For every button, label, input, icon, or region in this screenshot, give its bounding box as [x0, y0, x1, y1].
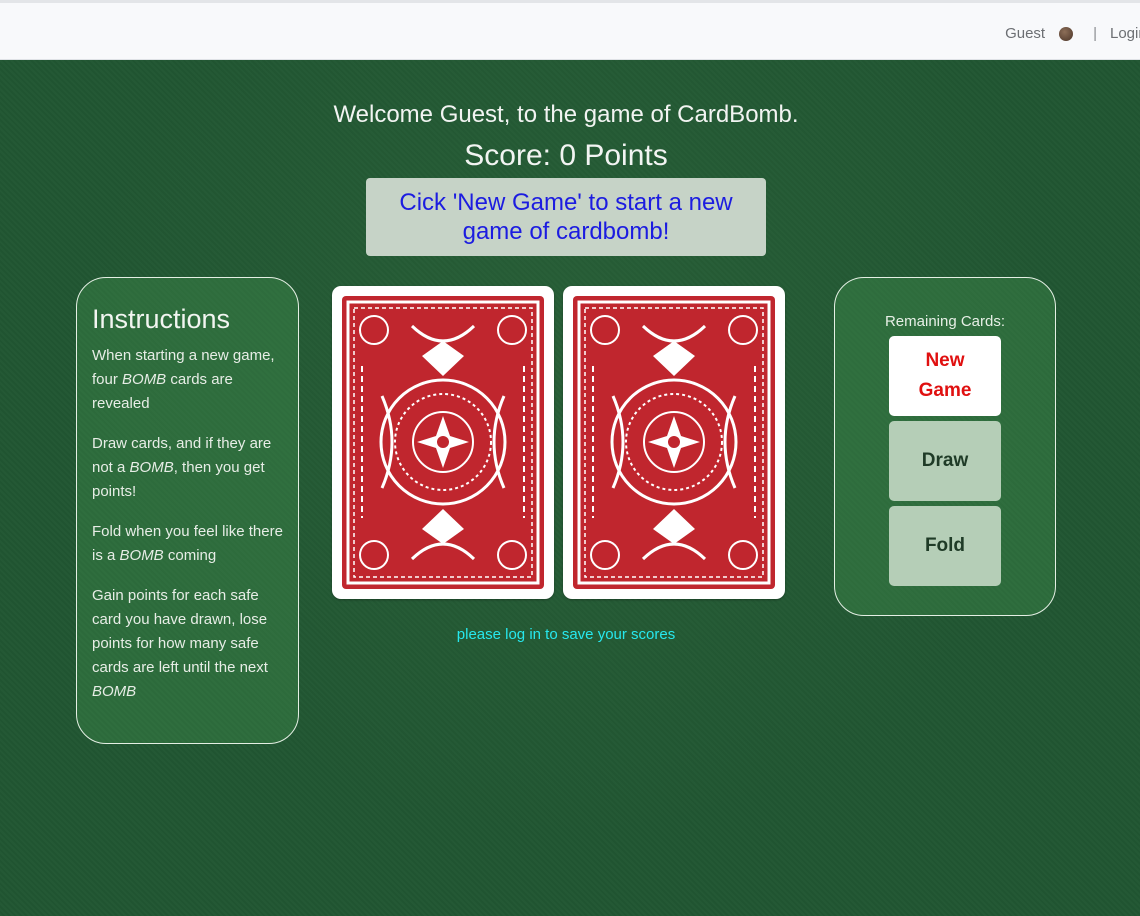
- controls-panel: Remaining Cards: New Game Draw Fold: [834, 277, 1056, 616]
- user-name: Guest: [1005, 25, 1046, 42]
- draw-button[interactable]: Draw: [889, 421, 1001, 501]
- avatar-icon[interactable]: [1059, 26, 1074, 41]
- login-to-save-link[interactable]: please log in to save your scores: [0, 626, 1132, 643]
- new-game-button[interactable]: New Game: [889, 336, 1001, 416]
- game-message: Cick 'New Game' to start a new game of c…: [366, 178, 766, 256]
- instruction-3: Fold when you feel like there is a BOMB …: [92, 523, 283, 564]
- card-back-pattern: [342, 296, 544, 589]
- instruction-2: Draw cards, and if they are not a BOMB, …: [92, 435, 272, 500]
- user-nav: Guest | Login: [1005, 25, 1140, 42]
- instructions-title: Instructions: [92, 304, 231, 334]
- welcome-text: Welcome Guest, to the game of CardBomb.: [333, 101, 799, 128]
- instruction-1: When starting a new game, four BOMB card…: [92, 347, 275, 412]
- new-game-label: New Game: [918, 350, 972, 401]
- top-navbar: Guest | Login: [0, 0, 1140, 60]
- game-message-text: Cick 'New Game' to start a new game of c…: [399, 189, 733, 245]
- card-back-2: [563, 286, 785, 599]
- nav-separator: |: [1093, 25, 1097, 42]
- login-link[interactable]: Login: [1110, 25, 1140, 42]
- card-back-pattern: [573, 296, 775, 589]
- fold-button[interactable]: Fold: [889, 506, 1001, 586]
- instruction-4: Gain points for each safe card you have …: [92, 587, 268, 700]
- score-display: Score: 0 Points: [464, 139, 668, 172]
- remaining-cards-label: Remaining Cards:: [884, 313, 1006, 330]
- card-back-1: [332, 286, 554, 599]
- instructions-panel: Instructions When starting a new game, f…: [76, 277, 299, 744]
